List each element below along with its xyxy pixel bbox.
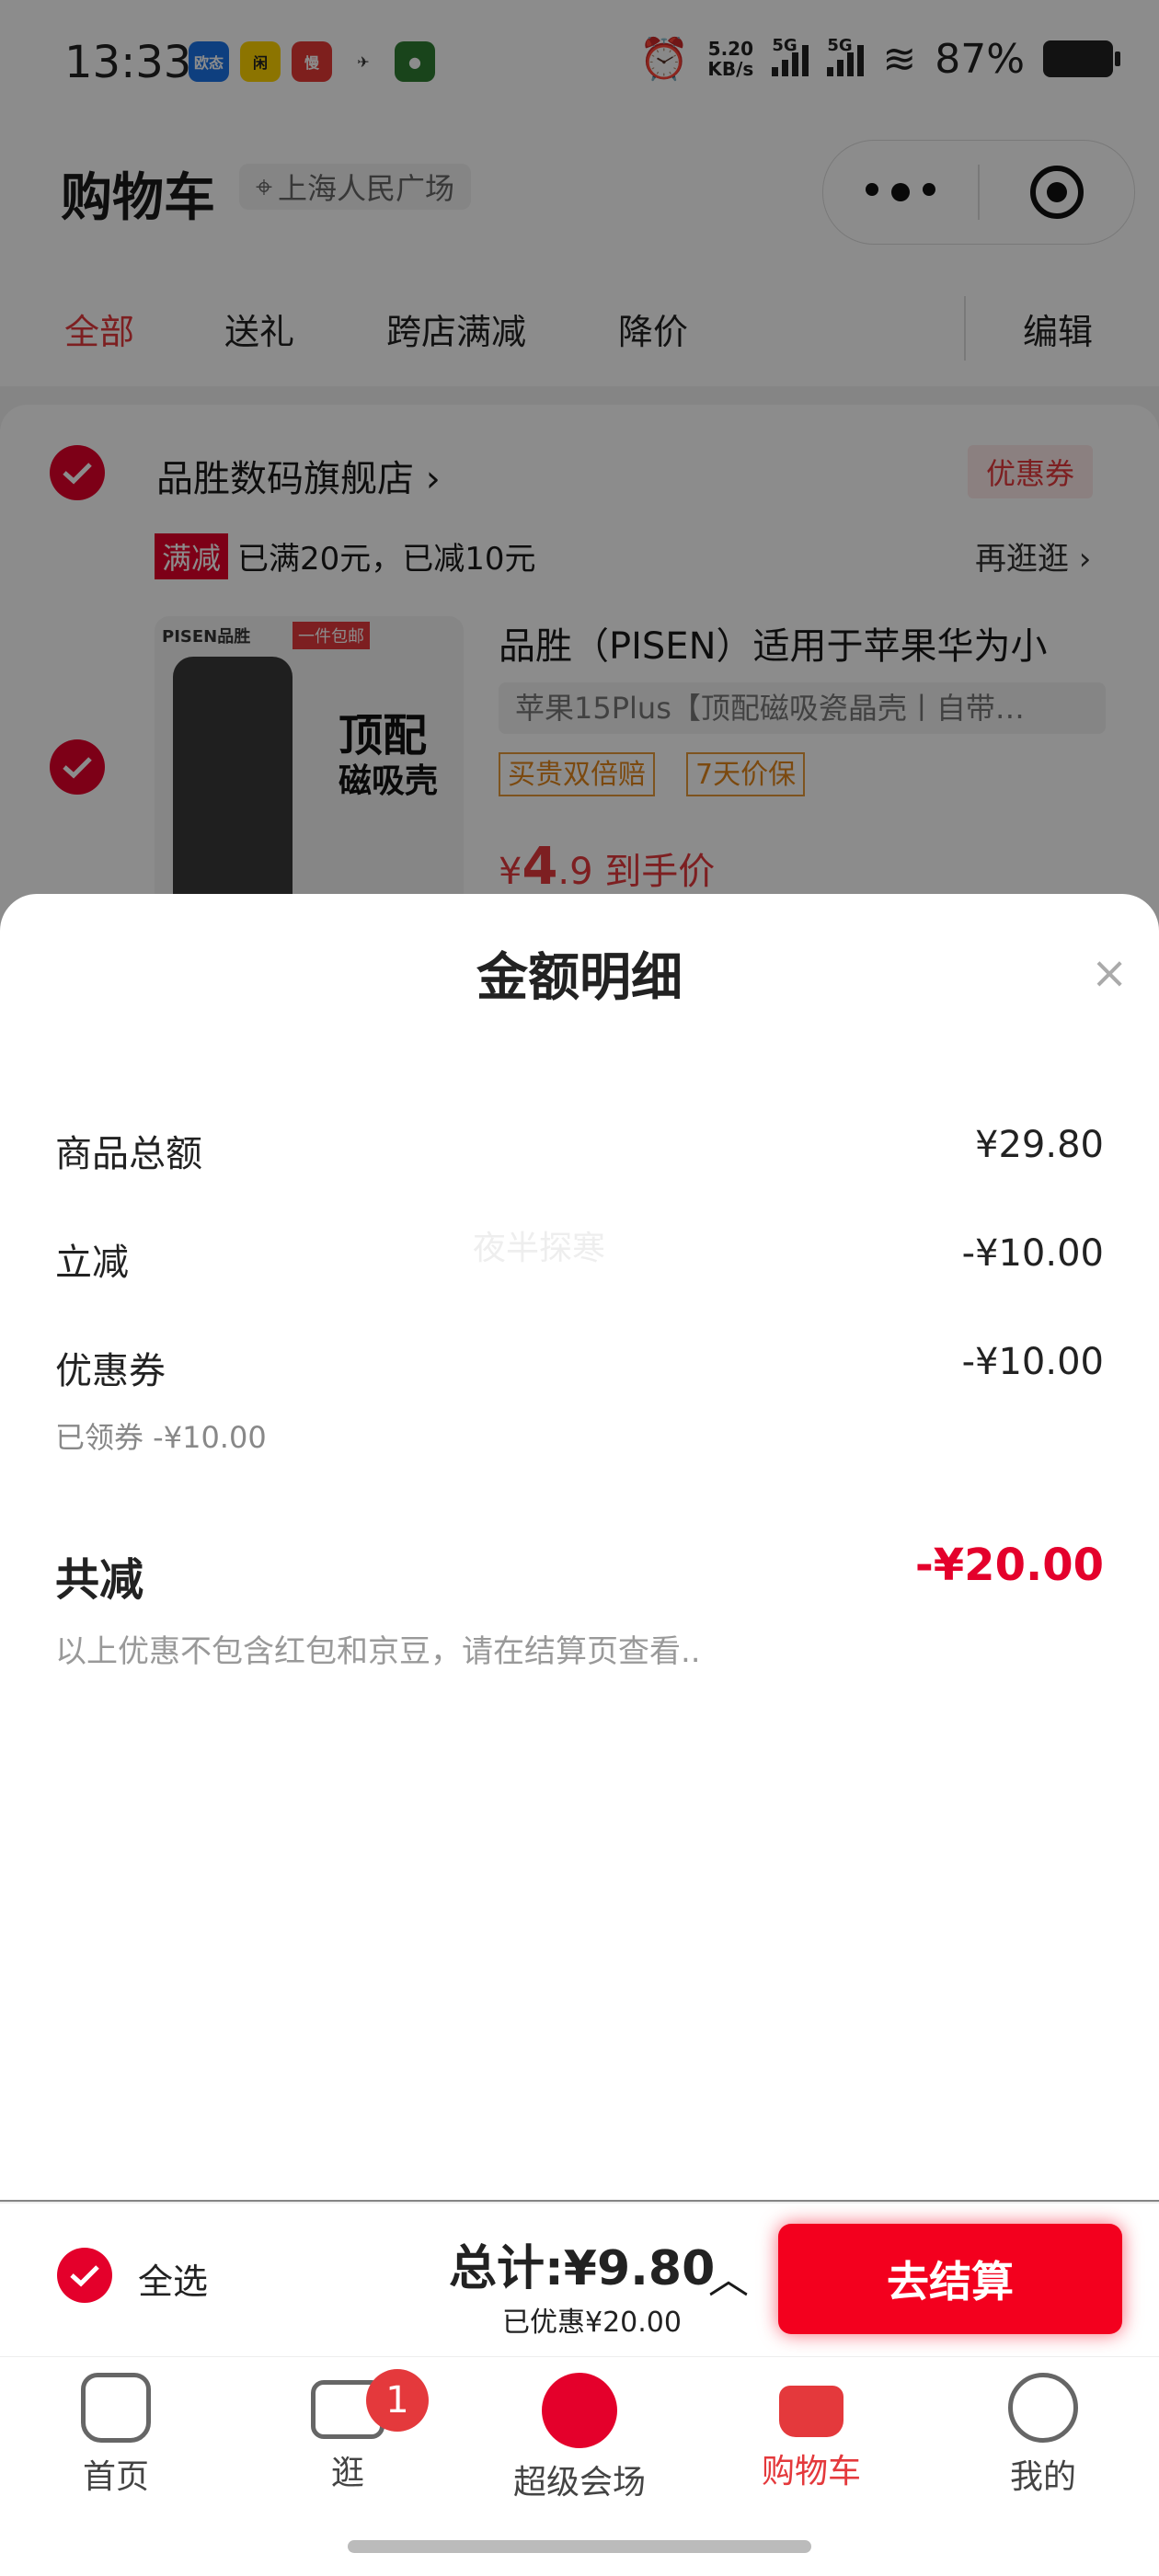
total-price: 总计:¥9.80 <box>449 2241 716 2296</box>
select-all-label[interactable]: 全选 <box>138 2253 208 2304</box>
select-all-checkbox[interactable] <box>57 2248 112 2303</box>
row-label-instant-discount: 立减 <box>55 1242 129 1284</box>
row-value-subtotal: ¥29.80 <box>975 1124 1104 1166</box>
tabbar-label-browse: 逛 <box>330 2455 364 2492</box>
saved-amount: 已优惠¥20.00 <box>502 2307 682 2339</box>
row-label-coupon: 优惠券 <box>55 1350 166 1392</box>
notification-badge: 1 <box>366 2369 429 2432</box>
chevron-up-icon[interactable]: ︿ <box>708 2246 749 2305</box>
home-indicator[interactable] <box>348 2540 811 2553</box>
tabbar-label-super-venue: 超级会场 <box>512 2464 646 2502</box>
discount-note: 以上优惠不包含红包和京豆，请在结算页查看.. <box>55 1633 701 1670</box>
tabbar-label-home: 首页 <box>82 2458 149 2496</box>
tabbar-label-profile: 我的 <box>1009 2458 1076 2496</box>
super-venue-icon <box>542 2373 617 2448</box>
row-label-subtotal: 商品总额 <box>55 1133 202 1175</box>
tabbar-home[interactable]: 首页 <box>0 2373 232 2498</box>
tabbar-super-venue[interactable]: 超级会场 <box>464 2373 695 2503</box>
home-icon <box>81 2373 151 2443</box>
profile-icon <box>1008 2373 1078 2443</box>
watermark: 夜半探寒 <box>473 1230 606 1267</box>
coupon-detail: 已领券 -¥10.00 <box>55 1420 267 1455</box>
row-value-instant-discount: -¥10.00 <box>961 1232 1104 1275</box>
tabbar-cart[interactable]: 购物车 <box>695 2373 927 2492</box>
row-value-coupon: -¥10.00 <box>961 1341 1104 1383</box>
tabbar-browse[interactable]: 逛 <box>232 2373 464 2494</box>
tabbar-profile[interactable]: 我的 <box>927 2373 1159 2498</box>
sheet-title: 金额明细 <box>476 948 683 1008</box>
total-discount-value: -¥20.00 <box>914 1540 1104 1591</box>
total-discount-label: 共减 <box>55 1554 144 1606</box>
cart-icon <box>779 2386 843 2437</box>
tabbar-label-cart: 购物车 <box>761 2453 861 2490</box>
close-icon[interactable]: × <box>1091 947 1128 999</box>
checkout-button[interactable]: 去结算 <box>778 2224 1122 2334</box>
